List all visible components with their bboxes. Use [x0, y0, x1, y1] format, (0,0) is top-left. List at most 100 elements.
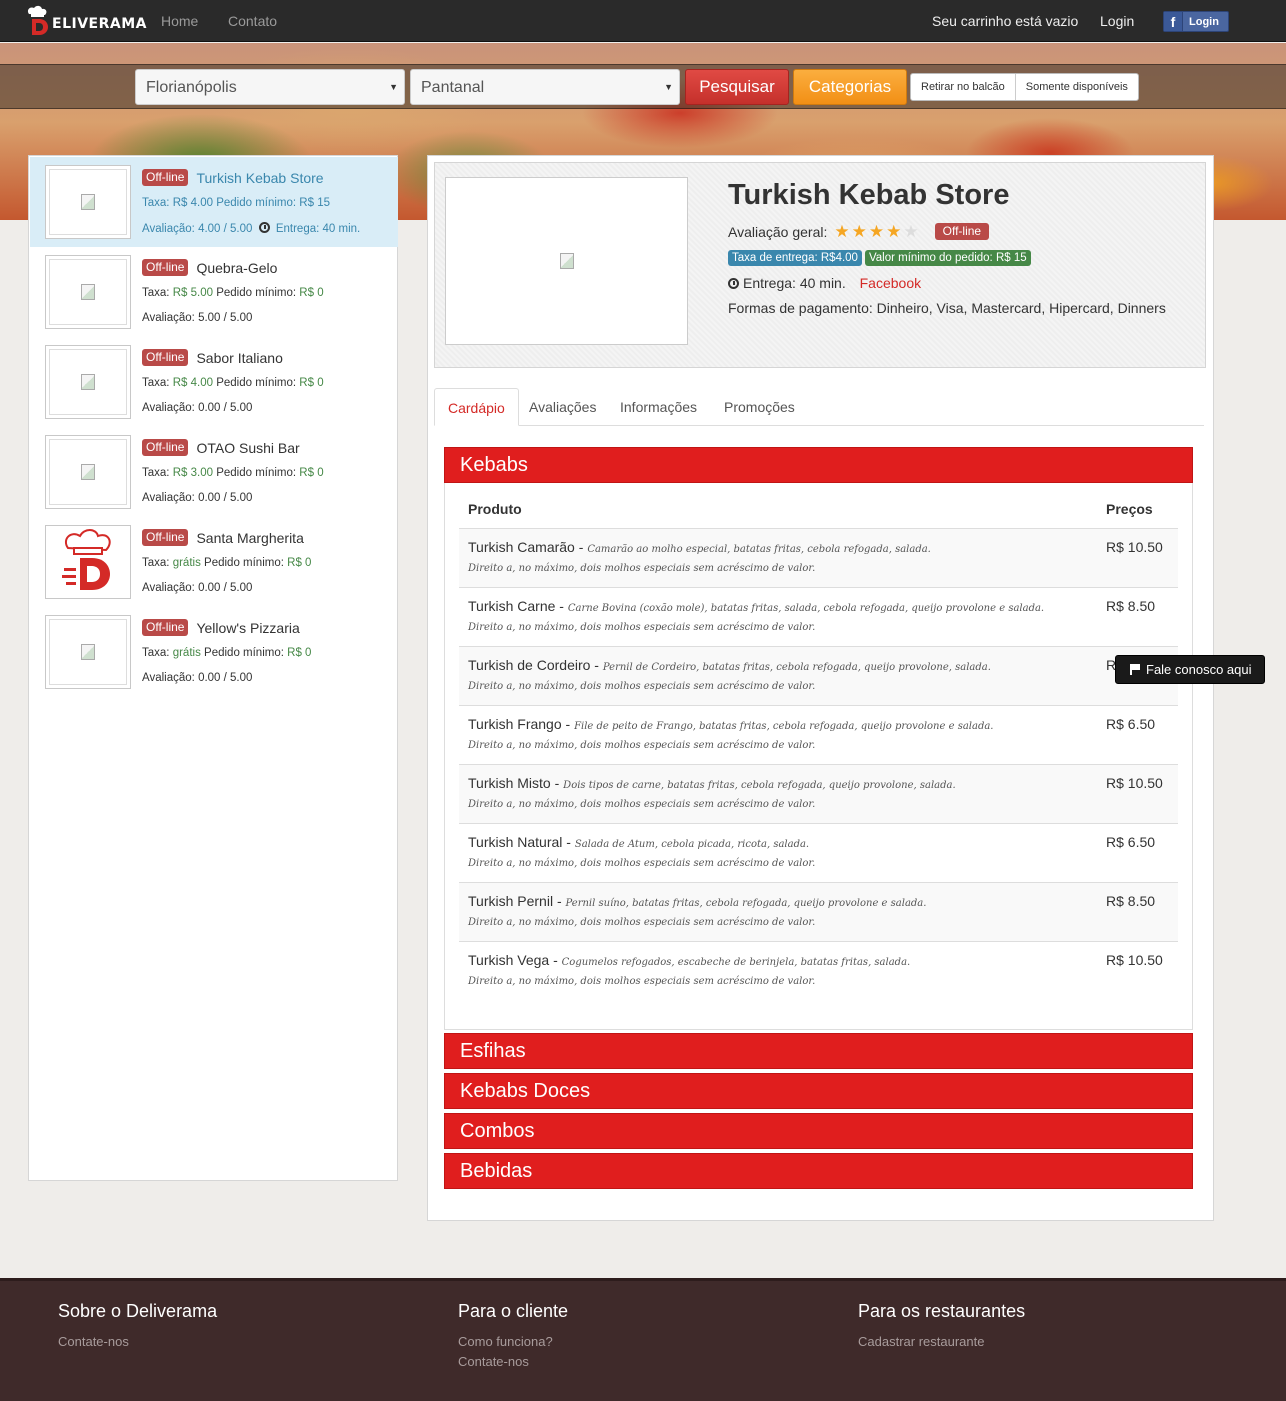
- cart-status[interactable]: Seu carrinho está vazio: [932, 13, 1078, 29]
- broken-image-icon: [559, 253, 574, 269]
- footer-heading: Sobre o Deliverama: [58, 1301, 218, 1321]
- contact-us-widget[interactable]: Fale conosco aqui: [1115, 655, 1265, 684]
- categories-button[interactable]: Categorias: [793, 69, 907, 105]
- status-badge: Off-line: [142, 169, 189, 186]
- restaurant-item[interactable]: Off-line Santa Margherita Taxa: grátis P…: [30, 517, 398, 607]
- neighborhood-select[interactable]: Pantanal ▼: [410, 69, 680, 105]
- facebook-login-button[interactable]: f Login: [1163, 11, 1229, 32]
- table-row[interactable]: Turkish Frango - File de peito de Frango…: [459, 705, 1178, 764]
- tab-promocoes[interactable]: Promoções: [711, 388, 808, 426]
- restaurant-name[interactable]: Santa Margherita: [196, 530, 303, 546]
- table-row[interactable]: Turkish Misto - Dois tipos de carne, bat…: [459, 764, 1178, 823]
- table-row[interactable]: Turkish de Cordeiro - Pernil de Cordeiro…: [459, 646, 1178, 705]
- footer-link[interactable]: Contate-nos: [58, 1334, 217, 1349]
- store-detail-panel: Turkish Kebab Store Avaliação geral: ★ ★…: [427, 155, 1214, 1221]
- restaurant-item[interactable]: Off-line Quebra-Gelo Taxa: R$ 5.00 Pedid…: [30, 247, 398, 337]
- restaurant-item[interactable]: Off-line Sabor Italiano Taxa: R$ 4.00 Pe…: [30, 337, 398, 427]
- min-order-badge: Valor mínimo do pedido: R$ 15: [864, 250, 1031, 266]
- store-status-badge: Off-line: [934, 223, 990, 240]
- tab-avaliacoes[interactable]: Avaliações: [516, 388, 609, 426]
- status-badge: Off-line: [142, 259, 189, 276]
- rating-label: Avaliação geral:: [728, 223, 828, 240]
- broken-image-icon: [81, 464, 95, 480]
- restaurant-fees: Taxa: grátis Pedido mínimo: R$ 0: [142, 647, 312, 659]
- login-link[interactable]: Login: [1100, 13, 1134, 29]
- caret-down-icon: ▼: [664, 82, 673, 92]
- category-header-kebabs[interactable]: Kebabs: [444, 447, 1193, 483]
- broken-image-icon: [81, 374, 95, 390]
- nav-home-link[interactable]: Home: [161, 13, 198, 29]
- facebook-icon: f: [1164, 12, 1183, 31]
- payment-methods: Formas de pagamento: Dinheiro, Visa, Mas…: [728, 300, 1166, 316]
- table-row[interactable]: Turkish Carne - Carne Bovina (coxão mole…: [459, 587, 1178, 646]
- city-select[interactable]: Florianópolis ▼: [135, 69, 405, 105]
- footer-link[interactable]: Como funciona?: [458, 1334, 568, 1349]
- status-badge: Off-line: [142, 349, 189, 366]
- restaurant-name[interactable]: OTAO Sushi Bar: [196, 440, 299, 456]
- footer-link[interactable]: Cadastrar restaurante: [858, 1334, 1025, 1349]
- brand-logo[interactable]: ELIVERAMA: [24, 3, 147, 39]
- restaurant-thumbnail: [45, 435, 131, 509]
- clock-icon: [728, 278, 739, 289]
- restaurant-fees: Taxa: R$ 4.00 Pedido mínimo: R$ 0: [142, 377, 324, 389]
- tab-cardapio[interactable]: Cardápio: [434, 388, 519, 426]
- store-image: [445, 177, 688, 345]
- pickup-toggle[interactable]: Retirar no balcão: [911, 74, 1015, 100]
- store-fee-badges: Taxa de entrega: R$4.00 Valor mínimo do …: [728, 250, 1031, 266]
- broken-image-icon: [81, 194, 95, 210]
- restaurant-fees: Taxa: grátis Pedido mínimo: R$ 0: [142, 557, 312, 569]
- restaurant-rating: Avaliação: 0.00 / 5.00: [142, 672, 253, 684]
- footer-restaurants: Para os restaurantes Cadastrar restauran…: [858, 1301, 1025, 1354]
- table-row[interactable]: Turkish Natural - Salada de Atum, cebola…: [459, 823, 1178, 882]
- deliverama-chef-logo-icon: [62, 529, 111, 590]
- restaurant-name[interactable]: Quebra-Gelo: [196, 260, 277, 276]
- nav-contact-link[interactable]: Contato: [228, 13, 277, 29]
- table-row[interactable]: Turkish Pernil - Pernil suíno, batatas f…: [459, 882, 1178, 941]
- store-delivery-info: Entrega: 40 min. Facebook: [728, 275, 921, 291]
- restaurant-rating: Avaliação: 0.00 / 5.00: [142, 582, 253, 594]
- clock-icon: [258, 222, 270, 233]
- product-price: R$ 8.50: [1106, 598, 1156, 614]
- star-empty-icon: ★: [903, 221, 919, 241]
- available-only-toggle[interactable]: Somente disponíveis: [1014, 74, 1138, 100]
- category-header-esfihas[interactable]: Esfihas: [444, 1033, 1193, 1069]
- table-row[interactable]: Turkish Camarão - Camarão ao molho espec…: [459, 528, 1178, 587]
- delivery-fee-badge: Taxa de entrega: R$4.00: [728, 250, 862, 266]
- top-navbar: ELIVERAMA Home Contato Seu carrinho está…: [0, 0, 1286, 42]
- restaurant-name[interactable]: Yellow's Pizzaria: [196, 620, 299, 636]
- restaurant-rating: Avaliação: 5.00 / 5.00: [142, 312, 253, 324]
- status-badge: Off-line: [142, 619, 189, 636]
- restaurant-item[interactable]: Off-line Yellow's Pizzaria Taxa: grátis …: [30, 607, 398, 697]
- facebook-link[interactable]: Facebook: [860, 275, 921, 291]
- store-title: Turkish Kebab Store: [728, 179, 1010, 211]
- footer-customer: Para o cliente Como funciona? Contate-no…: [458, 1301, 568, 1374]
- category-header-bebidas[interactable]: Bebidas: [444, 1153, 1193, 1189]
- restaurant-fees: Taxa: R$ 3.00 Pedido mínimo: R$ 0: [142, 467, 324, 479]
- product-price: R$ 6.50: [1106, 716, 1156, 732]
- store-rating: Avaliação geral: ★ ★ ★ ★ ★ Off-line: [728, 221, 990, 241]
- restaurant-name[interactable]: Turkish Kebab Store: [196, 170, 323, 186]
- facebook-login-label: Login: [1189, 15, 1219, 28]
- restaurant-item[interactable]: Off-line OTAO Sushi Bar Taxa: R$ 3.00 Pe…: [30, 427, 398, 517]
- footer-about: Sobre o Deliverama Contate-nos: [58, 1301, 217, 1354]
- city-select-value: Florianópolis: [146, 79, 237, 96]
- brand-name: ELIVERAMA: [52, 16, 147, 32]
- category-header-kebabs-doces[interactable]: Kebabs Doces: [444, 1073, 1193, 1109]
- flag-icon: [1130, 664, 1140, 675]
- tab-informacoes[interactable]: Informações: [607, 388, 710, 426]
- restaurant-thumbnail: [45, 165, 131, 239]
- footer: Sobre o Deliverama Contate-nos Para o cl…: [0, 1278, 1286, 1401]
- restaurant-item[interactable]: Off-line Turkish Kebab Store Taxa: R$ 4.…: [30, 157, 398, 247]
- table-row[interactable]: Turkish Vega - Cogumelos refogados, esca…: [459, 941, 1178, 1000]
- search-button[interactable]: Pesquisar: [685, 69, 789, 105]
- category-header-combos[interactable]: Combos: [444, 1113, 1193, 1149]
- restaurant-name[interactable]: Sabor Italiano: [196, 350, 282, 366]
- restaurant-fees: Taxa: R$ 4.00 Pedido mínimo: R$ 15: [142, 197, 330, 209]
- delivery-time: Entrega: 40 min.: [743, 275, 846, 291]
- store-header: Turkish Kebab Store Avaliação geral: ★ ★…: [434, 162, 1206, 368]
- star-filled-icon: ★: [868, 221, 885, 241]
- footer-link[interactable]: Contate-nos: [458, 1354, 568, 1369]
- product-price: R$ 10.50: [1106, 539, 1163, 555]
- store-tabs: Cardápio Avaliações Informações Promoçõe…: [434, 388, 1204, 426]
- caret-down-icon: ▼: [389, 82, 398, 92]
